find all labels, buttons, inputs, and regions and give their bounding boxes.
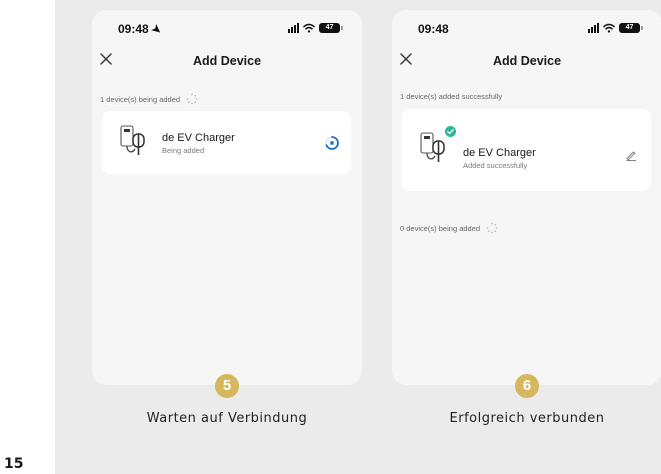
- status-icons: 47: [288, 23, 343, 33]
- status-bar: 09:48➤ 47: [92, 22, 362, 38]
- nav-bar: Add Device: [392, 52, 661, 72]
- battery-icon: 47: [319, 23, 343, 33]
- devices-being-added-text: 0 device(s) being added: [400, 223, 481, 233]
- step-caption: Warten auf Verbindung: [146, 411, 308, 426]
- nav-title: Add Device: [492, 54, 562, 68]
- devices-being-added-label: 0 device(s) being added: [400, 222, 498, 234]
- progress-ring-icon: [325, 136, 339, 150]
- devices-added-label: 1 device(s) added successfully: [400, 92, 502, 101]
- device-card[interactable]: de EV Charger Being added: [102, 111, 351, 174]
- device-card[interactable]: de EV Charger Added successfully: [402, 109, 651, 191]
- device-name: de EV Charger: [463, 147, 536, 159]
- wifi-icon: [303, 23, 315, 33]
- phone-screen-step-6: 09:48 47 Add Device 1 device(s) added su…: [392, 10, 661, 385]
- status-bar: 09:48 47: [392, 22, 661, 38]
- device-name: de EV Charger: [162, 132, 235, 144]
- ev-charger-icon: [120, 125, 145, 155]
- devices-being-added-text: 1 device(s) being added: [100, 94, 181, 104]
- phone-screen-step-5: 09:48➤ 47 Add Device 1 device(s) being a…: [92, 10, 362, 385]
- status-icons: 47: [588, 23, 643, 33]
- battery-icon: 47: [619, 23, 643, 33]
- status-time: 09:48➤: [118, 22, 164, 38]
- wifi-icon: [603, 23, 615, 33]
- devices-being-added-label: 1 device(s) being added: [100, 93, 198, 105]
- device-status: Being added: [162, 146, 205, 155]
- location-arrow-icon: ➤: [148, 22, 164, 38]
- device-status: Added successfully: [463, 161, 528, 170]
- step-number-badge: 5: [215, 374, 239, 398]
- nav-bar: Add Device: [92, 52, 362, 72]
- clock-text: 09:48: [118, 22, 149, 36]
- page-number: 15: [4, 456, 24, 472]
- loading-spinner-icon: [486, 222, 498, 234]
- loading-spinner-icon: [186, 93, 198, 105]
- step-caption: Erfolgreich verbunden: [449, 411, 605, 426]
- step-number-badge: 6: [515, 374, 539, 398]
- cellular-signal-icon: [288, 23, 299, 33]
- status-time: 09:48: [418, 22, 449, 36]
- cellular-signal-icon: [588, 23, 599, 33]
- pencil-icon[interactable]: [625, 149, 637, 161]
- nav-title: Add Device: [192, 54, 262, 68]
- devices-added-text: 1 device(s) added successfully: [400, 92, 503, 101]
- check-badge-icon: [444, 125, 457, 138]
